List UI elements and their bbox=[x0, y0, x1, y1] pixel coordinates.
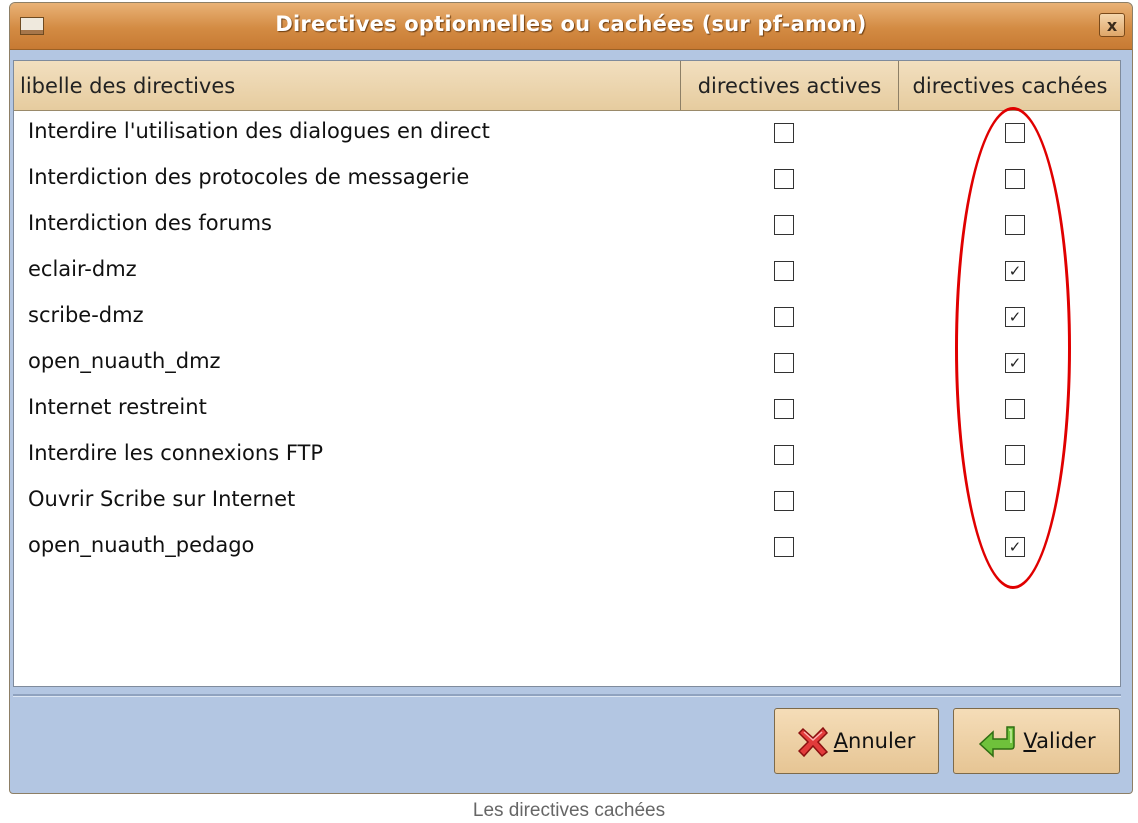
list-header: libelle des directives directives active… bbox=[14, 61, 1120, 111]
title-bar[interactable]: Directives optionnelles ou cachées (sur … bbox=[10, 3, 1132, 50]
hidden-checkbox[interactable] bbox=[1005, 445, 1025, 465]
directive-label: Interdire l'utilisation des dialogues en… bbox=[28, 119, 490, 143]
table-row[interactable]: Interdire l'utilisation des dialogues en… bbox=[14, 111, 1120, 157]
hidden-checkbox[interactable] bbox=[1005, 399, 1025, 419]
dialog-window: Directives optionnelles ou cachées (sur … bbox=[9, 2, 1133, 794]
table-row[interactable]: open_nuauth_dmz ✓ bbox=[14, 341, 1120, 387]
table-row[interactable]: eclair-dmz ✓ bbox=[14, 249, 1120, 295]
active-checkbox[interactable] bbox=[774, 169, 794, 189]
hidden-checkbox[interactable] bbox=[1005, 169, 1025, 189]
table-row[interactable]: Interdiction des protocoles de messageri… bbox=[14, 157, 1120, 203]
directive-label: Interdiction des forums bbox=[28, 211, 272, 235]
table-row[interactable]: Interdire les connexions FTP bbox=[14, 433, 1120, 479]
active-checkbox[interactable] bbox=[774, 399, 794, 419]
hidden-checkbox[interactable] bbox=[1005, 491, 1025, 511]
table-row[interactable]: scribe-dmz ✓ bbox=[14, 295, 1120, 341]
column-header-active[interactable]: directives actives bbox=[681, 61, 899, 110]
directive-label: Interdire les connexions FTP bbox=[28, 441, 324, 465]
hidden-checkbox[interactable] bbox=[1005, 123, 1025, 143]
close-button[interactable]: x bbox=[1099, 13, 1125, 37]
hidden-checkbox[interactable]: ✓ bbox=[1005, 537, 1025, 557]
hidden-checkbox[interactable]: ✓ bbox=[1005, 261, 1025, 281]
figure-caption: Les directives cachées bbox=[472, 800, 666, 821]
directive-label: Ouvrir Scribe sur Internet bbox=[28, 487, 296, 511]
directive-label: Internet restreint bbox=[28, 395, 207, 419]
window-title: Directives optionnelles ou cachées (sur … bbox=[275, 12, 867, 36]
hidden-checkbox[interactable] bbox=[1005, 215, 1025, 235]
active-checkbox[interactable] bbox=[774, 445, 794, 465]
table-row[interactable]: open_nuauth_pedago ✓ bbox=[14, 525, 1120, 571]
hidden-checkbox[interactable]: ✓ bbox=[1005, 353, 1025, 373]
active-checkbox[interactable] bbox=[774, 215, 794, 235]
cancel-label: Annuler bbox=[833, 729, 916, 753]
directive-label: open_nuauth_pedago bbox=[28, 533, 255, 557]
validate-button[interactable]: Valider bbox=[953, 708, 1120, 774]
active-checkbox[interactable] bbox=[774, 491, 794, 511]
green-enter-arrow-icon bbox=[977, 724, 1017, 758]
active-checkbox[interactable] bbox=[774, 537, 794, 557]
table-row[interactable]: Internet restreint bbox=[14, 387, 1120, 433]
cancel-button[interactable]: Annuler bbox=[774, 708, 939, 774]
active-checkbox[interactable] bbox=[774, 353, 794, 373]
active-checkbox[interactable] bbox=[774, 307, 794, 327]
column-header-hidden[interactable]: directives cachées bbox=[899, 61, 1121, 110]
directives-list: libelle des directives directives active… bbox=[13, 60, 1121, 687]
active-checkbox[interactable] bbox=[774, 123, 794, 143]
directive-label: scribe-dmz bbox=[28, 303, 144, 327]
active-checkbox[interactable] bbox=[774, 261, 794, 281]
column-header-label[interactable]: libelle des directives bbox=[14, 61, 681, 110]
directive-label: eclair-dmz bbox=[28, 257, 137, 281]
table-row[interactable]: Ouvrir Scribe sur Internet bbox=[14, 479, 1120, 525]
validate-label: Valider bbox=[1023, 729, 1096, 753]
red-x-icon bbox=[797, 724, 828, 758]
directive-label: Interdiction des protocoles de messageri… bbox=[28, 165, 470, 189]
hidden-checkbox[interactable]: ✓ bbox=[1005, 307, 1025, 327]
separator bbox=[13, 694, 1121, 697]
table-row[interactable]: Interdiction des forums bbox=[14, 203, 1120, 249]
directive-label: open_nuauth_dmz bbox=[28, 349, 221, 373]
